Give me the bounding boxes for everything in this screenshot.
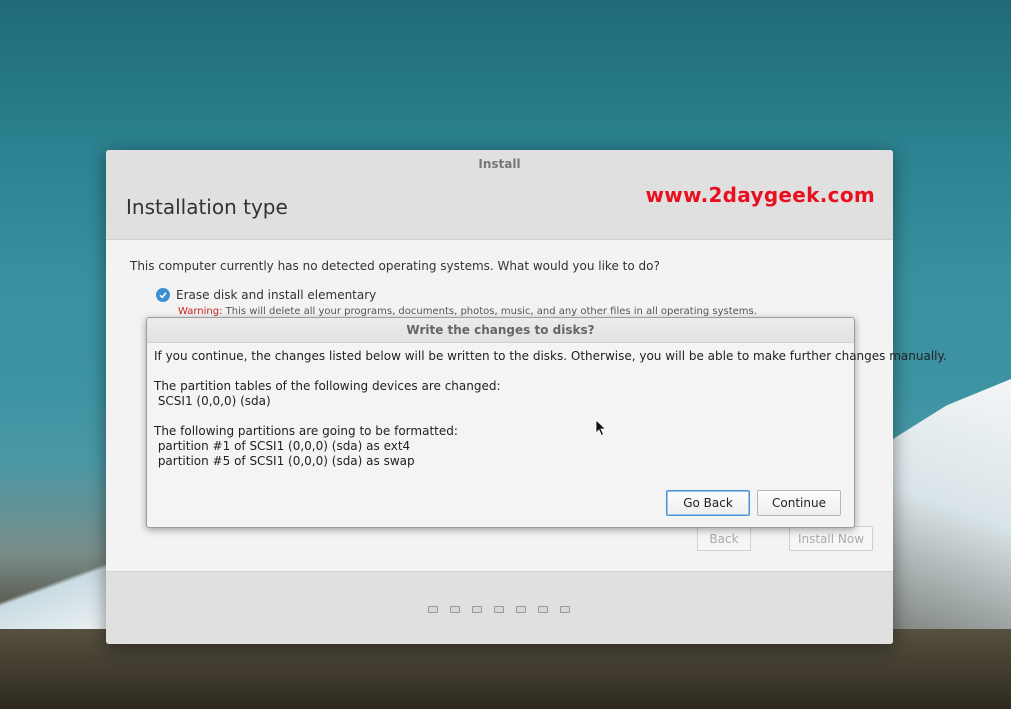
installer-footer [106, 571, 893, 644]
write-changes-dialog: Write the changes to disks? If you conti… [146, 317, 947, 528]
partition-table-item: SCSI1 (0,0,0) (sda) [154, 394, 271, 408]
step-dot [450, 606, 460, 613]
step-dot [428, 606, 438, 613]
step-indicator [428, 606, 570, 613]
dialog-intro: If you continue, the changes listed belo… [154, 349, 947, 363]
warning-label: Warning: [178, 306, 223, 317]
dialog-title: Write the changes to disks? [406, 323, 595, 337]
page-title: Installation type [126, 195, 288, 219]
warning-text: This will delete all your programs, docu… [222, 306, 757, 317]
option-erase-label: Erase disk and install elementary [176, 288, 377, 302]
format-heading: The following partitions are going to be… [154, 424, 458, 438]
partition-tables-heading: The partition tables of the following de… [154, 379, 501, 393]
installer-header: Install Installation type www.2daygeek.c… [106, 150, 893, 240]
check-circle-icon [156, 288, 170, 302]
dialog-titlebar: Write the changes to disks? [147, 318, 854, 343]
go-back-button[interactable]: Go Back [666, 490, 750, 516]
step-dot [560, 606, 570, 613]
step-dot [472, 606, 482, 613]
warning-line: Warning: This will delete all your progr… [178, 306, 757, 317]
step-dot [538, 606, 548, 613]
back-button[interactable]: Back [697, 526, 751, 551]
continue-button[interactable]: Continue [757, 490, 841, 516]
format-item: partition #1 of SCSI1 (0,0,0) (sda) as e… [154, 439, 411, 453]
option-erase-disk[interactable]: Erase disk and install elementary [156, 288, 376, 302]
install-now-button[interactable]: Install Now [789, 526, 873, 551]
window-title: Install [478, 157, 521, 171]
step-dot [494, 606, 504, 613]
step-dot [516, 606, 526, 613]
mouse-pointer-icon [595, 419, 607, 437]
installation-question: This computer currently has no detected … [130, 259, 660, 273]
format-item: partition #5 of SCSI1 (0,0,0) (sda) as s… [154, 454, 415, 468]
watermark-text: www.2daygeek.com [645, 183, 875, 207]
